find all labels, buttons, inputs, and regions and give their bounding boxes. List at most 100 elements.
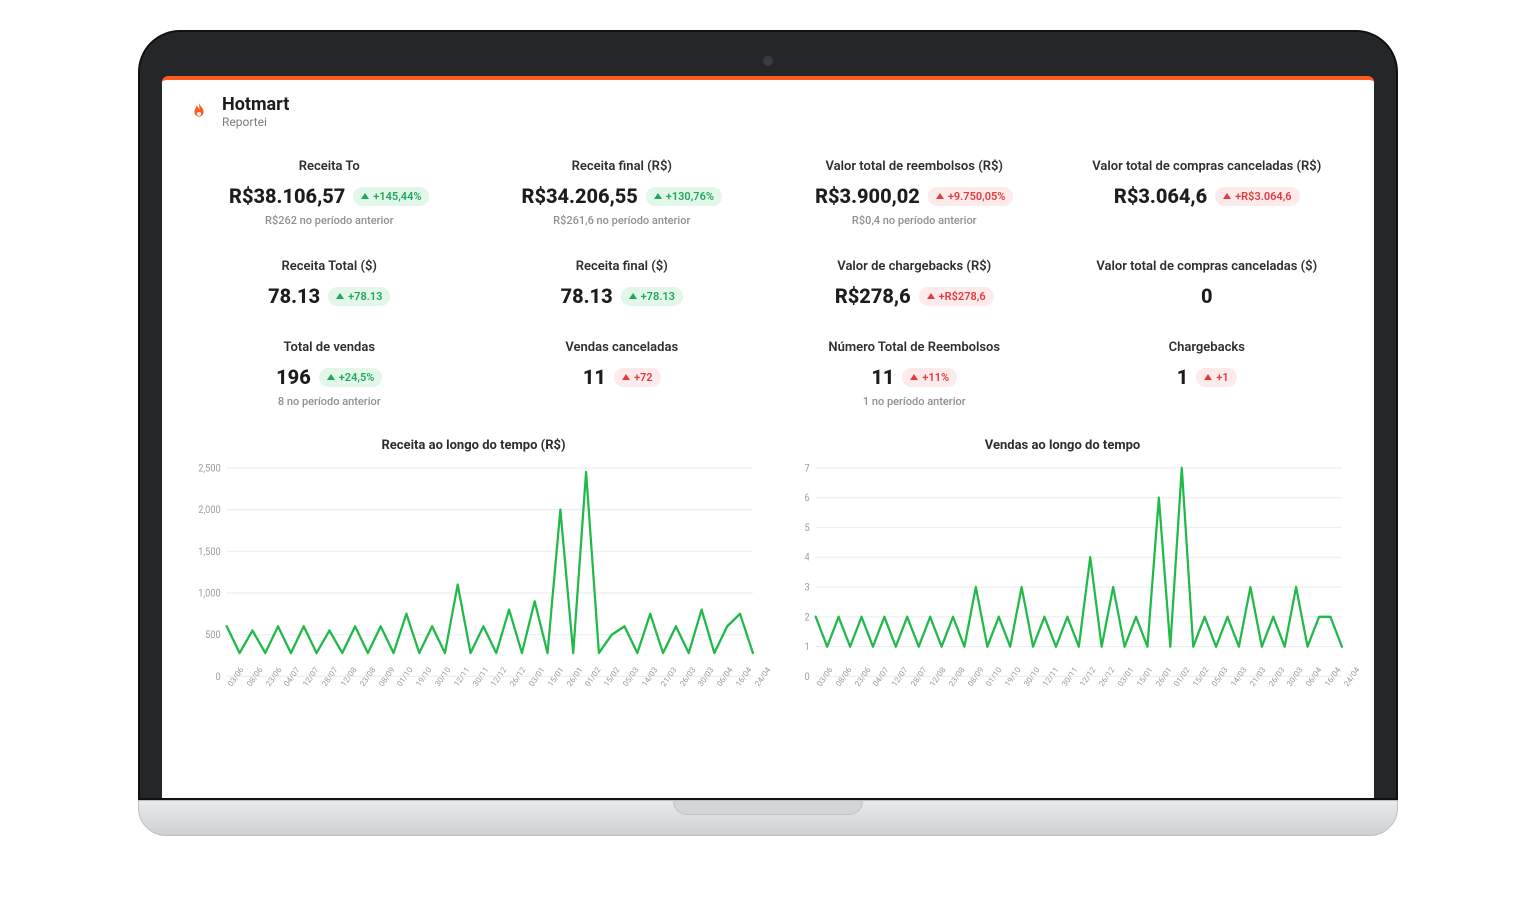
header: Hotmart Reportei <box>188 94 1348 129</box>
x-tick: 24/04 <box>753 683 760 688</box>
triangle-icon <box>1204 374 1212 380</box>
metric-label: Vendas canceladas <box>481 340 764 355</box>
laptop-frame: Hotmart Reportei Receita To R$38.106,57 … <box>138 30 1398 836</box>
x-tick: 08/06 <box>834 683 841 688</box>
x-tick: 19/10 <box>1003 683 1010 688</box>
x-tick: 01/02 <box>583 683 590 688</box>
delta-text: +24,5% <box>339 371 375 384</box>
x-axis-ticks: 03/0608/0623/0604/0712/0728/0712/0823/08… <box>777 681 1348 692</box>
x-tick: 01/10 <box>395 683 402 688</box>
x-tick: 15/02 <box>602 683 609 688</box>
x-tick: 12/07 <box>890 683 897 688</box>
delta-badge: +24,5% <box>319 368 383 387</box>
metric-value: R$3.064,6 <box>1114 184 1207 208</box>
metric-previous: R$0,4 no período anterior <box>773 214 1056 227</box>
metric-label: Total de vendas <box>188 340 471 355</box>
x-tick: 03/01 <box>527 683 534 688</box>
x-tick: 15/01 <box>546 683 553 688</box>
chart-plot: 05001,0001,5002,0002,500 <box>188 461 759 681</box>
triangle-icon <box>622 374 630 380</box>
svg-text:2: 2 <box>804 612 810 624</box>
delta-badge: +1 <box>1196 368 1236 387</box>
metric-card: Total de vendas 196 +24,5% 8 no período … <box>188 340 471 408</box>
x-tick: 28/07 <box>320 683 327 688</box>
metric-label: Receita final ($) <box>481 259 764 274</box>
svg-text:5: 5 <box>804 522 810 534</box>
x-tick: 08/09 <box>966 683 973 688</box>
svg-text:500: 500 <box>205 630 220 642</box>
delta-badge: +78.13 <box>328 287 390 306</box>
x-tick: 03/06 <box>226 683 233 688</box>
metric-value: 196 <box>276 365 311 389</box>
metric-label: Número Total de Reembolsos <box>773 340 1056 355</box>
x-tick: 12/12 <box>489 683 496 688</box>
svg-text:1,500: 1,500 <box>198 546 220 558</box>
delta-badge: +78.13 <box>621 287 683 306</box>
metric-label: Chargebacks <box>1066 340 1349 355</box>
x-tick: 15/02 <box>1191 683 1198 688</box>
svg-text:6: 6 <box>804 493 810 505</box>
camera-dot <box>763 56 773 66</box>
x-tick: 14/03 <box>640 683 647 688</box>
x-tick: 26/12 <box>508 683 515 688</box>
metric-card: Valor total de reembolsos (R$) R$3.900,0… <box>773 159 1056 227</box>
metric-card: Valor total de compras canceladas (R$) R… <box>1066 159 1349 227</box>
svg-text:1,000: 1,000 <box>198 588 220 600</box>
x-tick: 14/03 <box>1229 683 1236 688</box>
line-series <box>227 472 753 653</box>
dashboard: Hotmart Reportei Receita To R$38.106,57 … <box>162 80 1374 692</box>
x-tick: 26/03 <box>1267 683 1274 688</box>
metrics-grid: Receita To R$38.106,57 +145,44% R$262 no… <box>188 159 1348 408</box>
x-tick: 21/03 <box>1248 683 1255 688</box>
metric-card: Receita final (R$) R$34.206,55 +130,76% … <box>481 159 764 227</box>
x-tick: 01/02 <box>1172 683 1179 688</box>
x-tick: 30/10 <box>433 683 440 688</box>
metric-card: Número Total de Reembolsos 11 +11% 1 no … <box>773 340 1056 408</box>
triangle-icon <box>629 293 637 299</box>
x-tick: 08/06 <box>245 683 252 688</box>
x-tick: 05/03 <box>621 683 628 688</box>
metric-value: R$34.206,55 <box>522 184 638 208</box>
x-tick: 12/11 <box>452 683 459 688</box>
chart-card: Vendas ao longo do tempo 01234567 03/060… <box>777 438 1348 692</box>
x-tick: 30/11 <box>471 683 478 688</box>
chart-title: Vendas ao longo do tempo <box>777 438 1348 453</box>
delta-badge: +R$3.064,6 <box>1215 187 1299 206</box>
metric-label: Valor total de compras canceladas (R$) <box>1066 159 1349 174</box>
delta-text: +78.13 <box>348 290 382 303</box>
x-tick: 12/11 <box>1041 683 1048 688</box>
trackpad-notch <box>673 801 863 815</box>
svg-text:7: 7 <box>804 463 810 475</box>
triangle-icon <box>327 374 335 380</box>
metric-previous: 1 no período anterior <box>773 395 1056 408</box>
metric-card: Receita To R$38.106,57 +145,44% R$262 no… <box>188 159 471 227</box>
x-tick: 30/11 <box>1060 683 1067 688</box>
svg-text:3: 3 <box>804 582 809 594</box>
delta-text: +72 <box>634 371 653 384</box>
x-tick: 15/01 <box>1135 683 1142 688</box>
triangle-icon <box>361 193 369 199</box>
metric-value: 1 <box>1177 365 1189 389</box>
x-tick: 03/01 <box>1116 683 1123 688</box>
x-tick: 30/03 <box>696 683 703 688</box>
x-tick: 19/10 <box>414 683 421 688</box>
x-tick: 23/08 <box>358 683 365 688</box>
x-tick: 04/07 <box>282 683 289 688</box>
metric-previous: R$261,6 no período anterior <box>481 214 764 227</box>
delta-badge: +9.750,05% <box>928 187 1014 206</box>
metric-label: Receita To <box>188 159 471 174</box>
x-tick: 08/09 <box>377 683 384 688</box>
metric-card: Valor total de compras canceladas ($) 0 <box>1066 259 1349 308</box>
delta-text: +R$3.064,6 <box>1235 190 1291 203</box>
metric-label: Valor de chargebacks (R$) <box>773 259 1056 274</box>
x-tick: 01/10 <box>984 683 991 688</box>
delta-badge: +72 <box>614 368 661 387</box>
flame-icon <box>188 101 210 123</box>
delta-text: +78.13 <box>641 290 675 303</box>
metric-value: R$3.900,02 <box>815 184 920 208</box>
x-tick: 26/12 <box>1097 683 1104 688</box>
chart-plot: 01234567 <box>777 461 1348 681</box>
chart-card: Receita ao longo do tempo (R$) 05001,000… <box>188 438 759 692</box>
delta-badge: +R$278,6 <box>919 287 994 306</box>
x-tick: 04/07 <box>871 683 878 688</box>
